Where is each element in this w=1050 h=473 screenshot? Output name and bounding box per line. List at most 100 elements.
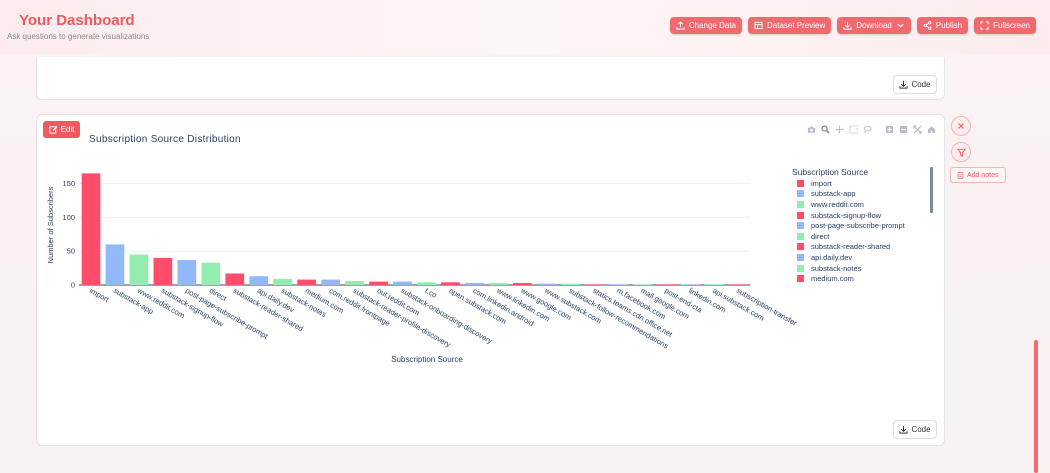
y-tick-label: 0: [71, 281, 75, 290]
previous-chart-card: Code: [36, 57, 945, 100]
bar-m-facebook-com[interactable]: [608, 284, 628, 285]
legend-swatch: [797, 275, 804, 283]
chart-legend: import substack-app www.reddit.com subst…: [797, 178, 905, 284]
bar-statics-teams-cdn-office-net[interactable]: [584, 284, 604, 285]
bar-www-substack-com[interactable]: [536, 283, 556, 285]
legend-label: api.daily.dev: [811, 252, 853, 262]
page-subtitle: Ask questions to generate visualizations: [7, 32, 150, 41]
bar-linkedin-com[interactable]: [680, 284, 700, 285]
x-tick-label: import: [88, 286, 111, 305]
chart-card: Edit Subscription Source Distribution 05…: [36, 114, 945, 446]
legend-item[interactable]: www.reddit.com: [797, 199, 905, 210]
bar-api-substack-com[interactable]: [704, 284, 724, 285]
filter-icon: [956, 148, 966, 157]
bar-post-end-cta[interactable]: [656, 284, 676, 285]
note-icon: [957, 171, 964, 179]
legend-item[interactable]: substack-reader-shared: [797, 242, 905, 253]
y-axis-title: Number of Subscribers: [46, 186, 55, 263]
legend-label: import: [811, 178, 832, 188]
bar-substack-reader-profile-discovery[interactable]: [345, 280, 364, 285]
share-icon: [923, 21, 932, 30]
legend-scrollbar[interactable]: [930, 167, 933, 213]
bar-com-reddit-frontpage[interactable]: [321, 279, 340, 285]
legend-swatch: [797, 243, 804, 251]
bar-mail-google-com[interactable]: [632, 284, 652, 285]
y-tick-label: 150: [62, 179, 75, 188]
bar-open-substack-com[interactable]: [441, 282, 460, 285]
legend-swatch: [797, 211, 804, 219]
legend-item[interactable]: substack-signup-flow: [797, 210, 905, 221]
legend-swatch: [797, 200, 804, 208]
legend-label: substack-reader-shared: [811, 242, 891, 252]
download-label: Download: [856, 21, 892, 30]
add-notes-label: Add notes: [967, 171, 999, 179]
legend-item[interactable]: medium.com: [797, 273, 905, 284]
page-scrollbar[interactable]: [1034, 340, 1038, 473]
bar-medium-com[interactable]: [297, 279, 317, 285]
code-button-top[interactable]: Code: [893, 75, 937, 94]
dataset-preview-button[interactable]: Dataset Preview: [748, 17, 832, 34]
bar-direct[interactable]: [201, 262, 221, 285]
download-icon: [899, 425, 909, 434]
legend-label: www.reddit.com: [811, 199, 864, 209]
y-tick-label: 100: [62, 213, 75, 222]
add-notes-button[interactable]: Add notes: [950, 167, 1006, 183]
x-tick-label: substack-reader-profile-discovery: [352, 286, 453, 349]
download-button[interactable]: Download: [837, 17, 911, 34]
code-label: Code: [911, 425, 931, 434]
download-icon: [899, 80, 909, 89]
publish-button[interactable]: Publish: [916, 17, 969, 34]
legend-swatch: [797, 253, 804, 261]
legend-label: substack-app: [811, 189, 856, 199]
legend-item[interactable]: import: [797, 178, 905, 189]
legend-swatch: [797, 222, 804, 230]
bar-out-reddit-com[interactable]: [369, 281, 388, 285]
bar-com-linkedin-android[interactable]: [465, 282, 484, 285]
bar-post-page-subscribe-prompt[interactable]: [177, 259, 197, 285]
bar-api-daily-dev[interactable]: [249, 276, 269, 285]
bar-www-google-com[interactable]: [512, 282, 532, 285]
legend-item[interactable]: substack-notes: [797, 263, 905, 274]
legend-item[interactable]: api.daily.dev: [797, 252, 905, 263]
table-icon: [754, 21, 763, 30]
change-data-button[interactable]: Change Data: [669, 17, 743, 34]
legend-swatch: [797, 264, 804, 272]
upload-icon: [676, 21, 685, 30]
expand-icon: [980, 21, 989, 30]
bar-substack-follow-recommendations[interactable]: [560, 283, 580, 285]
bar-subscription-transfer[interactable]: [728, 284, 748, 285]
legend-swatch: [797, 179, 804, 187]
legend-swatch: [797, 190, 804, 198]
legend-item[interactable]: post-page-subscribe-prompt: [797, 220, 905, 231]
bar-substack-app[interactable]: [105, 244, 125, 285]
dataset-preview-label: Dataset Preview: [767, 21, 826, 30]
fullscreen-button[interactable]: Fullscreen: [974, 17, 1036, 34]
change-data-label: Change Data: [688, 21, 737, 30]
code-button-chart[interactable]: Code: [893, 420, 937, 439]
legend-swatch: [797, 232, 804, 240]
legend-item[interactable]: direct: [797, 231, 905, 242]
bar-substack-notes[interactable]: [273, 278, 293, 285]
bar-t-co[interactable]: [417, 282, 436, 285]
bar-www-reddit-com[interactable]: [129, 254, 149, 285]
remove-chart-button[interactable]: [951, 116, 971, 136]
filter-button[interactable]: [951, 142, 971, 162]
legend-label: medium.com: [811, 274, 854, 284]
download-icon: [843, 21, 852, 30]
bar-import[interactable]: [81, 173, 101, 285]
publish-label: Publish: [935, 21, 963, 30]
chevron-down-icon: [897, 23, 904, 28]
legend-item[interactable]: substack-app: [797, 189, 905, 200]
legend-label: direct: [811, 231, 830, 241]
dashboard-header: Your Dashboard Ask questions to generate…: [0, 0, 1050, 55]
fullscreen-label: Fullscreen: [993, 21, 1030, 30]
code-label: Code: [911, 80, 931, 89]
bar-substack-signup-flow[interactable]: [153, 257, 173, 285]
y-tick-label: 50: [67, 247, 75, 256]
bar-www-linkedin-com[interactable]: [489, 282, 508, 285]
x-axis-title: Subscription Source: [391, 355, 463, 364]
page-title: Your Dashboard: [19, 12, 135, 29]
header-toolbar: Change Data Dataset Preview Download Pub…: [669, 17, 1036, 34]
bar-substack-onboarding-discovery[interactable]: [393, 281, 412, 285]
bar-substack-reader-shared[interactable]: [225, 273, 245, 286]
